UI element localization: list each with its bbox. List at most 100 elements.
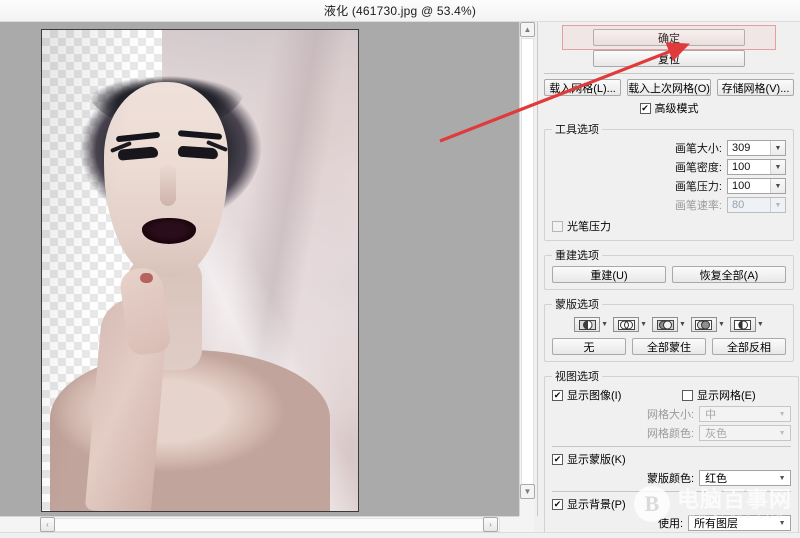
reconstruct-options-legend: 重建选项 <box>555 250 599 262</box>
mask-subtract-icon[interactable] <box>652 317 679 332</box>
chevron-down-icon[interactable]: ▼ <box>679 321 686 328</box>
vertical-scroll-thumb[interactable] <box>521 38 534 493</box>
mask-color-row[interactable]: 蒙版颜色: 红色 ▼ <box>552 470 792 486</box>
brush-pressure-label: 画笔压力: <box>674 181 722 193</box>
canvas-horizontal-scrollbar[interactable]: ‹ › <box>0 516 534 532</box>
mesh-size-value: 中 <box>705 409 717 421</box>
brush-pressure-field[interactable]: 画笔压力: 100 ▼ <box>552 178 786 194</box>
show-mask-label: 显示蒙版(K) <box>567 454 626 466</box>
mask-invert-button[interactable]: ▼ <box>729 317 764 332</box>
mesh-color-row: 网格颜色: 灰色 ▼ <box>552 425 792 441</box>
image-preview[interactable] <box>41 29 359 512</box>
reset-button[interactable]: 复位 <box>593 50 745 67</box>
mask-invert-icon[interactable] <box>729 317 756 332</box>
mask-invert-glyph <box>734 319 752 330</box>
stylus-pressure-row: ✔ 光笔压力 <box>552 218 786 234</box>
mesh-color-value: 灰色 <box>705 428 728 440</box>
canvas-vertical-scrollbar[interactable]: ▲ ▼ <box>519 22 535 516</box>
stylus-pressure-checkbox: ✔ <box>552 220 563 232</box>
brush-rate-field: 画笔速率: 80 ▼ <box>552 197 786 213</box>
brush-pressure-value[interactable]: 100 <box>728 179 770 193</box>
mesh-color-combo: 灰色 ▼ <box>699 425 792 441</box>
tool-options-group: 工具选项 画笔大小: 309 ▼ 画笔密度: 100 ▼ 画笔压力: 100 ▼… <box>544 121 794 241</box>
chevron-down-icon[interactable]: ▼ <box>757 321 764 328</box>
brush-size-label: 画笔大小: <box>674 143 722 155</box>
mask-color-combo[interactable]: 红色 ▼ <box>699 470 792 486</box>
mask-add-icon[interactable] <box>613 317 640 332</box>
scroll-left-icon[interactable]: ‹ <box>40 517 55 532</box>
mask-intersect-icon[interactable] <box>690 317 717 332</box>
reconstruct-buttons-row: 重建(U) 恢复全部(A) <box>552 266 786 283</box>
show-image-checkbox[interactable]: ✔ <box>552 389 563 401</box>
mask-none-button[interactable]: 无 <box>552 338 626 355</box>
scroll-up-icon[interactable]: ▲ <box>520 22 535 37</box>
brush-density-value[interactable]: 100 <box>728 160 770 174</box>
mask-buttons-row: 无 全部蒙住 全部反相 <box>552 338 786 355</box>
chevron-down-icon[interactable]: ▼ <box>770 141 785 155</box>
load-last-mesh-button[interactable]: 载入上次网格(O) <box>627 79 711 96</box>
backdrop-use-label: 使用: <box>658 518 684 530</box>
show-backdrop-checkbox[interactable]: ✔ <box>552 498 563 510</box>
chevron-down-icon[interactable]: ▼ <box>640 321 647 328</box>
window-title: 液化 (461730.jpg @ 53.4%) <box>323 4 477 18</box>
horizontal-scroll-thumb[interactable] <box>40 518 500 532</box>
chevron-down-icon[interactable]: ▼ <box>770 160 785 174</box>
show-image-mesh-row: ✔ 显示图像(I) ✔ 显示网格(E) <box>552 387 791 403</box>
show-mask-row[interactable]: ✔ 显示蒙版(K) <box>552 451 791 467</box>
chevron-down-icon[interactable]: ▼ <box>601 321 608 328</box>
brush-rate-value: 80 <box>732 199 745 211</box>
show-mask-checkbox[interactable]: ✔ <box>552 453 563 465</box>
chevron-down-icon[interactable]: ▼ <box>774 471 790 485</box>
chevron-down-icon[interactable]: ▼ <box>770 179 785 193</box>
mesh-color-label: 网格颜色: <box>647 428 695 440</box>
scroll-right-icon[interactable]: › <box>483 517 498 532</box>
mask-color-label: 蒙版颜色: <box>647 473 695 485</box>
liquify-dialog: 液化 (461730.jpg @ 53.4%) ▲ ▼ ‹ › 确定 复位 载入… <box>0 0 800 538</box>
brush-size-value[interactable]: 309 <box>728 141 770 155</box>
chevron-down-icon: ▼ <box>778 410 786 418</box>
advanced-mode-label: 高级模式 <box>654 103 699 115</box>
brush-size-field[interactable]: 画笔大小: 309 ▼ <box>552 140 786 156</box>
backdrop-use-value[interactable]: 所有图层 <box>689 516 774 530</box>
status-bar <box>0 532 800 538</box>
mesh-size-row: 网格大小: 中 ▼ <box>552 406 792 422</box>
chevron-down-icon[interactable]: ▼ <box>718 321 725 328</box>
mask-all-button[interactable]: 全部蒙住 <box>632 338 706 355</box>
brush-density-field[interactable]: 画笔密度: 100 ▼ <box>552 159 786 175</box>
advanced-mode-checkbox[interactable]: ✔ <box>639 102 651 114</box>
brush-size-combo[interactable]: 309 ▼ <box>727 140 786 156</box>
mask-intersect-button[interactable]: ▼ <box>690 317 725 332</box>
mask-replace-icon[interactable] <box>574 317 601 332</box>
brush-density-combo[interactable]: 100 ▼ <box>727 159 786 175</box>
chevron-down-icon[interactable]: ▼ <box>774 516 790 530</box>
ok-button[interactable]: 确定 <box>593 29 745 46</box>
show-mesh-label: 显示网格(E) <box>697 390 756 402</box>
mask-subtract-button[interactable]: ▼ <box>652 317 686 332</box>
brush-rate-combo: 80 ▼ <box>727 197 786 213</box>
mask-options-legend: 蒙版选项 <box>555 299 599 311</box>
tool-options-legend: 工具选项 <box>555 124 599 136</box>
mask-replace-button[interactable]: ▼ <box>574 317 608 332</box>
mask-replace-glyph <box>578 319 596 330</box>
image-canvas[interactable] <box>0 22 534 516</box>
show-mesh-checkbox[interactable]: ✔ <box>682 389 693 401</box>
restore-all-button[interactable]: 恢复全部(A) <box>672 266 786 283</box>
show-backdrop-row[interactable]: ✔ 显示背景(P) <box>552 496 791 512</box>
show-image-row[interactable]: ✔ 显示图像(I) <box>552 387 682 403</box>
divider <box>544 73 794 74</box>
advanced-mode-row[interactable]: ✔ 高级模式 <box>544 100 794 116</box>
reconstruct-options-group: 重建选项 重建(U) 恢复全部(A) <box>544 247 794 290</box>
mask-color-value[interactable]: 红色 <box>700 471 774 485</box>
scroll-down-icon[interactable]: ▼ <box>520 484 535 499</box>
mask-operation-icons: ▼ ▼ ▼ ▼ ▼ <box>552 317 786 332</box>
brush-pressure-combo[interactable]: 100 ▼ <box>727 178 786 194</box>
backdrop-use-combo[interactable]: 所有图层 ▼ <box>688 515 792 531</box>
show-mesh-row[interactable]: ✔ 显示网格(E) <box>682 387 756 403</box>
save-mesh-button[interactable]: 存储网格(V)... <box>716 79 795 96</box>
mask-invert-all-button[interactable]: 全部反相 <box>712 338 786 355</box>
reconstruct-button[interactable]: 重建(U) <box>552 266 666 283</box>
backdrop-use-row[interactable]: 使用: 所有图层 ▼ <box>552 515 792 531</box>
mask-add-button[interactable]: ▼ <box>613 317 647 332</box>
photo-nose <box>160 164 176 206</box>
load-mesh-button[interactable]: 载入网格(L)... <box>544 79 622 96</box>
